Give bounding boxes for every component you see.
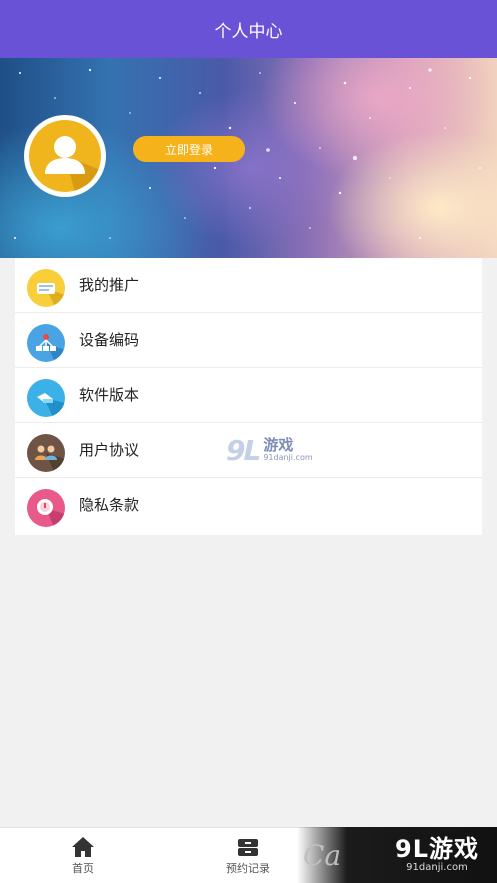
profile-banner: 立即登录	[0, 58, 497, 258]
tab-label: 预约记录	[226, 862, 270, 875]
users-agreement-icon	[27, 434, 65, 472]
site-watermark: 9L 游戏 91danji.com	[226, 430, 326, 470]
menu-item-label: 隐私条款	[79, 496, 140, 514]
login-button[interactable]: 立即登录	[133, 136, 245, 162]
corner-watermark-url: 91danji.com	[406, 862, 468, 873]
menu-item-label: 用户协议	[79, 441, 140, 459]
tab-records[interactable]: 预约记录	[193, 828, 303, 883]
corner-watermark-name: 游戏	[429, 835, 479, 863]
home-icon	[72, 837, 94, 857]
corner-watermark-title: 9L游戏	[395, 836, 479, 862]
page-title: 个人中心	[214, 21, 283, 42]
tab-label: 首页	[72, 862, 94, 875]
menu-item-label: 我的推广	[79, 276, 140, 294]
corner-watermark-mark: Ca	[303, 839, 342, 872]
menu-item-device-code[interactable]: 设备编码	[15, 313, 482, 368]
records-icon	[238, 839, 258, 856]
menu-item-label: 设备编码	[79, 331, 140, 349]
promotion-icon	[27, 269, 65, 307]
menu-list: 我的推广 设备编码 软件版本 用户协议 隐私条款	[15, 258, 482, 535]
title-bar: 个人中心	[0, 0, 497, 58]
watermark-name: 游戏	[263, 436, 294, 454]
privacy-icon	[27, 489, 65, 527]
corner-watermark-badge: Ca 9L游戏 91danji.com	[297, 827, 497, 883]
tab-home[interactable]: 首页	[28, 828, 138, 883]
menu-item-label: 软件版本	[79, 386, 140, 404]
avatar[interactable]	[24, 115, 106, 197]
menu-item-privacy-terms[interactable]: 隐私条款	[15, 478, 482, 533]
device-network-icon	[27, 324, 65, 362]
version-icon	[27, 379, 65, 417]
menu-item-software-version[interactable]: 软件版本	[15, 368, 482, 423]
user-silhouette-icon	[29, 120, 101, 192]
corner-watermark-logo: 9L	[395, 835, 429, 863]
watermark-logo: 9L	[226, 433, 261, 467]
watermark-url: 91danji.com	[263, 453, 313, 462]
menu-item-promotion[interactable]: 我的推广	[15, 258, 482, 313]
